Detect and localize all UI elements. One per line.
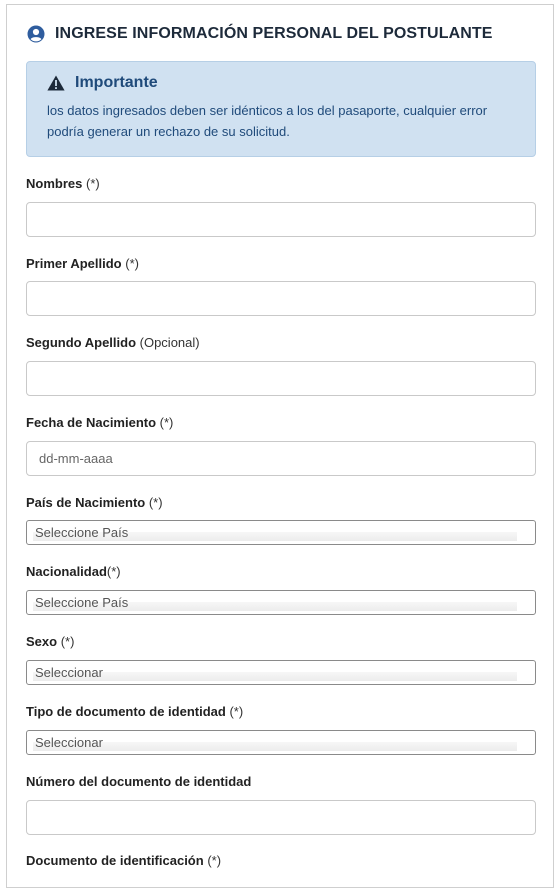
nacionalidad-select[interactable]: Seleccione País <box>26 590 536 615</box>
personal-info-card: INGRESE INFORMACIÓN PERSONAL DEL POSTULA… <box>6 4 554 888</box>
fecha-nacimiento-label-text: Fecha de Nacimiento <box>26 415 157 430</box>
tipo-documento-label-text: Tipo de documento de identidad <box>26 704 226 719</box>
pais-nacimiento-selected: Seleccione País <box>35 525 129 540</box>
primer-apellido-label-text: Primer Apellido <box>26 256 122 271</box>
select-shade <box>33 742 517 751</box>
nombres-input[interactable] <box>26 202 536 237</box>
alert-message-line: podría generar un rechazo de su solicitu… <box>47 124 290 139</box>
important-alert: Importante los datos ingresados deben se… <box>26 61 536 157</box>
fecha-nacimiento-input[interactable] <box>26 441 536 476</box>
nombres-label: Nombres (*) <box>26 176 100 191</box>
user-circle-icon <box>27 25 45 43</box>
primer-apellido-input[interactable] <box>26 281 536 316</box>
tipo-documento-selected: Seleccionar <box>35 735 103 750</box>
optional-marker: (Opcional) <box>139 335 200 350</box>
select-shade <box>33 672 517 681</box>
tipo-documento-select[interactable]: Seleccionar <box>26 730 536 755</box>
required-marker: (*) <box>125 256 139 271</box>
tipo-documento-label: Tipo de documento de identidad (*) <box>26 704 243 719</box>
segundo-apellido-label: Segundo Apellido (Opcional) <box>26 335 200 350</box>
required-marker: (*) <box>159 415 174 430</box>
required-marker: (*) <box>229 704 244 719</box>
section-header: INGRESE INFORMACIÓN PERSONAL DEL POSTULA… <box>27 25 493 43</box>
sexo-label: Sexo (*) <box>26 634 74 649</box>
required-marker: (*) <box>207 853 222 868</box>
primer-apellido-label: Primer Apellido (*) <box>26 256 139 271</box>
nacionalidad-label-text: Nacionalidad <box>26 564 107 579</box>
documento-identificacion-label: Documento de identificación (*) <box>26 853 221 868</box>
required-marker: (*) <box>148 495 163 510</box>
section-title: INGRESE INFORMACIÓN PERSONAL DEL POSTULA… <box>55 25 493 42</box>
pais-nacimiento-select[interactable]: Seleccione País <box>26 520 536 545</box>
numero-documento-label-text: Número del documento de identidad <box>26 774 252 789</box>
nombres-label-text: Nombres <box>26 176 83 191</box>
segundo-apellido-label-text: Segundo Apellido <box>26 335 137 350</box>
alert-message-line: los datos ingresados deben ser idénticos… <box>47 103 488 118</box>
pais-nacimiento-label: País de Nacimiento (*) <box>26 495 163 510</box>
sexo-selected: Seleccionar <box>35 665 103 680</box>
alert-title: Importante <box>75 74 158 91</box>
required-marker: (*) <box>60 634 75 649</box>
segundo-apellido-input[interactable] <box>26 361 536 396</box>
fecha-nacimiento-label: Fecha de Nacimiento (*) <box>26 415 173 430</box>
required-marker: (*) <box>106 564 121 579</box>
alert-message: los datos ingresados deben ser idénticos… <box>47 100 515 142</box>
numero-documento-label: Número del documento de identidad <box>26 774 251 789</box>
sexo-label-text: Sexo <box>26 634 58 649</box>
sexo-select[interactable]: Seleccionar <box>26 660 536 685</box>
nacionalidad-selected: Seleccione País <box>35 595 129 610</box>
warning-icon <box>47 75 65 91</box>
documento-identificacion-label-text: Documento de identificación <box>26 853 204 868</box>
numero-documento-input[interactable] <box>26 800 536 835</box>
nacionalidad-label: Nacionalidad(*) <box>26 564 121 579</box>
required-marker: (*) <box>85 176 100 191</box>
pais-nacimiento-label-text: País de Nacimiento <box>26 495 146 510</box>
